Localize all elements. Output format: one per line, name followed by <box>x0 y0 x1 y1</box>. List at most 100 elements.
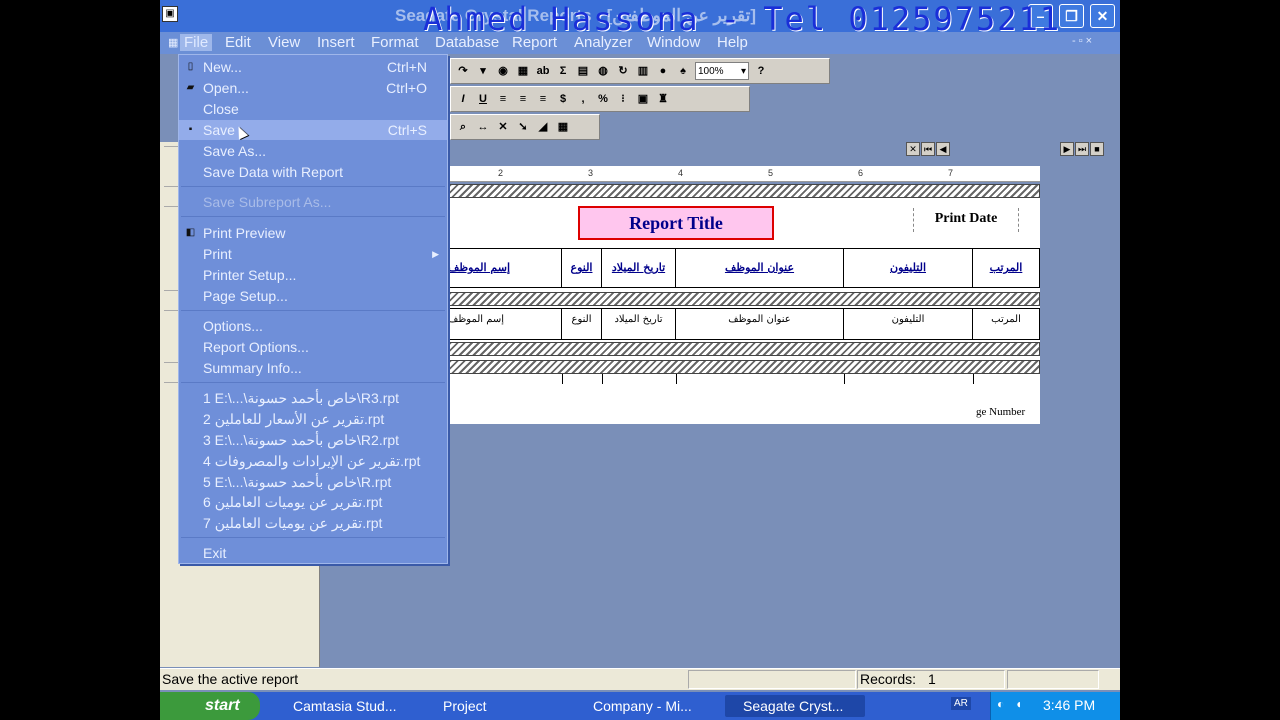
italic-icon[interactable]: I <box>455 91 471 107</box>
database-icon[interactable]: ◉ <box>495 63 511 79</box>
comma-icon[interactable]: , <box>575 91 591 107</box>
language-indicator[interactable]: AR <box>951 697 971 710</box>
detail-salary[interactable]: المرتب <box>973 308 1040 340</box>
cross-icon[interactable]: ✕ <box>495 119 511 135</box>
detail-employee-name[interactable]: إسم الموظف <box>448 308 562 340</box>
close-button[interactable]: ✕ <box>1090 4 1115 28</box>
menu-view[interactable]: View <box>264 34 304 51</box>
menu-item-options[interactable]: Options... <box>179 316 447 336</box>
header-gender[interactable]: النوع <box>562 248 602 288</box>
detail-gender[interactable]: النوع <box>562 308 602 340</box>
lock-icon[interactable]: ♜ <box>655 91 671 107</box>
menu-item-printer-setup[interactable]: Printer Setup... <box>179 265 447 285</box>
menu-item-page-setup[interactable]: Page Setup... <box>179 286 447 306</box>
menu-item-save-as[interactable]: Save As... <box>179 141 447 161</box>
binoculars-icon[interactable]: ♠ <box>675 63 691 79</box>
detail-birthdate[interactable]: تاريخ الميلاد <box>602 308 676 340</box>
menu-window[interactable]: Window <box>643 34 704 51</box>
menu-item-report-options[interactable]: Report Options... <box>179 337 447 357</box>
menu-insert[interactable]: Insert <box>313 34 359 51</box>
section-divider[interactable] <box>448 360 1040 374</box>
menu-item-recent-1[interactable]: 1 E:\...\خاص بأحمد حسونة\R3.rpt <box>179 388 447 408</box>
report-design-canvas[interactable]: Report Title Print Date المرتب التليفون … <box>448 184 1040 424</box>
section-divider[interactable] <box>448 184 1040 198</box>
header-birthdate[interactable]: تاريخ الميلاد <box>602 248 676 288</box>
dropdown-icon[interactable]: ▾ <box>475 63 491 79</box>
pointer-icon[interactable]: ➘ <box>515 119 531 135</box>
grid-icon[interactable]: ▦ <box>555 119 571 135</box>
resize-icon[interactable]: ↔ <box>475 119 491 135</box>
next-page-icon[interactable]: ▶ <box>1060 142 1074 156</box>
speaker-icon[interactable]: ◖ <box>1015 697 1022 711</box>
menu-item-recent-7[interactable]: 7 تقرير عن يوميات العاملين.rpt <box>179 513 447 533</box>
section-divider[interactable] <box>448 292 1040 306</box>
prev-page-icon[interactable]: ◀ <box>936 142 950 156</box>
help-icon[interactable]: ? <box>753 63 769 79</box>
header-phone[interactable]: التليفون <box>844 248 973 288</box>
zoom-select[interactable]: 100% ▾ <box>695 62 749 80</box>
header-address[interactable]: عنوان الموظف <box>676 248 844 288</box>
menu-edit[interactable]: Edit <box>221 34 255 51</box>
sum-icon[interactable]: Σ <box>555 63 571 79</box>
detail-phone[interactable]: التليفون <box>844 308 973 340</box>
header-employee-name[interactable]: إسم الموظف <box>448 248 562 288</box>
menu-database[interactable]: Database <box>431 34 503 51</box>
menu-analyzer[interactable]: Analyzer <box>570 34 636 51</box>
menu-item-save[interactable]: ▪ Save Ctrl+S <box>179 120 447 140</box>
eraser-icon[interactable]: ◢ <box>535 119 551 135</box>
align-left-icon[interactable]: ≡ <box>495 91 511 107</box>
menu-item-recent-6[interactable]: 6 تقرير عن يوميات العاملين.rpt <box>179 492 447 512</box>
menu-item-print[interactable]: Print ▶ <box>179 244 447 264</box>
refresh-icon[interactable]: ↻ <box>615 63 631 79</box>
map-icon[interactable]: ◍ <box>595 63 611 79</box>
print-date-field[interactable]: Print Date <box>913 208 1019 232</box>
menu-item-recent-4[interactable]: 4 تقرير عن الإيرادات والمصروفات.rpt <box>179 451 447 471</box>
task-project[interactable]: Project <box>425 695 565 717</box>
menu-item-close[interactable]: Close <box>179 99 447 119</box>
detail-address[interactable]: عنوان الموظف <box>676 308 844 340</box>
task-camtasia[interactable]: Camtasia Stud... <box>275 695 415 717</box>
report-title-field[interactable]: Report Title <box>578 206 774 240</box>
menu-item-print-preview[interactable]: ◧ Print Preview <box>179 223 447 243</box>
menu-format[interactable]: Format <box>367 34 423 51</box>
redo-icon[interactable]: ↷ <box>455 63 471 79</box>
menu-item-new[interactable]: ▯ New... Ctrl+N <box>179 57 447 77</box>
menu-item-save-data[interactable]: Save Data with Report <box>179 162 447 182</box>
network-icon[interactable]: ◐ <box>997 697 1004 711</box>
task-company[interactable]: Company - Mi... <box>575 695 720 717</box>
menu-item-recent-5[interactable]: 5 E:\...\خاص بأحمد حسونة\R.rpt <box>179 472 447 492</box>
text-object-icon[interactable]: ab <box>535 63 551 79</box>
task-seagate[interactable]: Seagate Cryst... <box>725 695 865 717</box>
clock[interactable]: 3:46 PM <box>1043 697 1095 713</box>
table-icon[interactable]: ▦ <box>515 63 531 79</box>
section-divider[interactable] <box>448 342 1040 356</box>
zoom-icon[interactable]: ⌕ <box>455 119 471 135</box>
bar-chart-icon[interactable]: ▥ <box>635 63 651 79</box>
page-number-field[interactable]: ge Number <box>976 406 1025 418</box>
align-right-icon[interactable]: ≡ <box>535 91 551 107</box>
menu-item-open[interactable]: ▰ Open... Ctrl+O <box>179 78 447 98</box>
globe-icon[interactable]: ● <box>655 63 671 79</box>
percent-icon[interactable]: % <box>595 91 611 107</box>
chart-icon[interactable]: ▤ <box>575 63 591 79</box>
underline-icon[interactable]: U <box>475 91 491 107</box>
start-button[interactable]: start <box>160 692 260 720</box>
stop-icon[interactable]: ■ <box>1090 142 1104 156</box>
menu-item-recent-2[interactable]: 2 تقرير عن الأسعار للعاملين.rpt <box>179 409 447 429</box>
menu-report[interactable]: Report <box>508 34 561 51</box>
menu-item-recent-3[interactable]: 3 E:\...\خاص بأحمد حسونة\R2.rpt <box>179 430 447 450</box>
menu-help[interactable]: Help <box>713 34 752 51</box>
close-section-icon[interactable]: ✕ <box>906 142 920 156</box>
decimal-icon[interactable]: ⁝ <box>615 91 631 107</box>
border-icon[interactable]: ▣ <box>635 91 651 107</box>
menu-item-exit[interactable]: Exit <box>179 543 447 563</box>
minimize-button[interactable]: – <box>1028 4 1053 28</box>
menu-item-summary-info[interactable]: Summary Info... <box>179 358 447 378</box>
mdi-controls[interactable]: - ▫ × <box>1072 35 1092 47</box>
header-salary[interactable]: المرتب <box>973 248 1040 288</box>
last-page-icon[interactable]: ⏭ <box>1075 142 1089 156</box>
maximize-button[interactable]: ❐ <box>1059 4 1084 28</box>
align-center-icon[interactable]: ≡ <box>515 91 531 107</box>
first-page-icon[interactable]: ⏮ <box>921 142 935 156</box>
app-icon[interactable]: ▣ <box>162 6 178 22</box>
